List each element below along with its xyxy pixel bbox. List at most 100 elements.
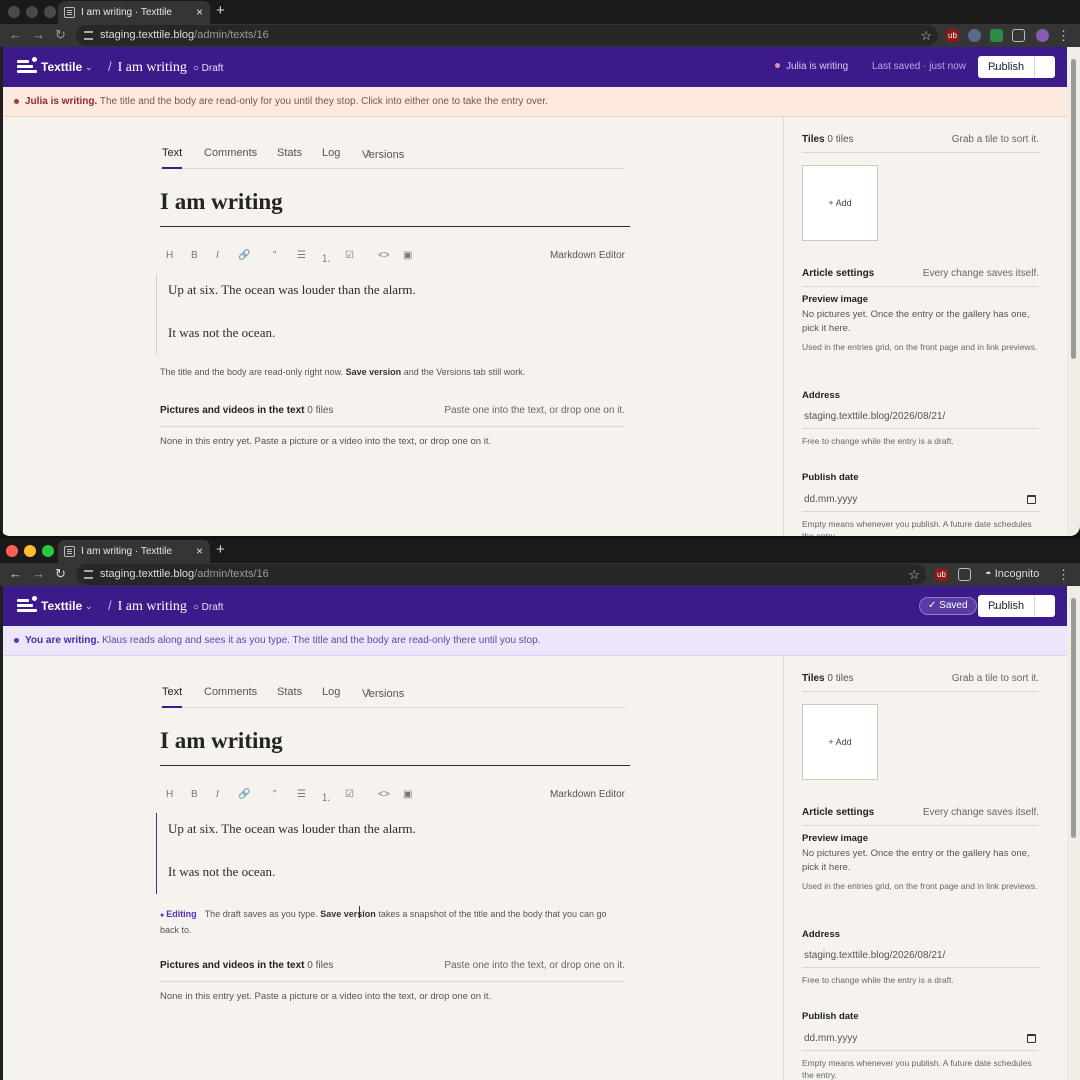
- extensions-puzzle-icon[interactable]: [1012, 29, 1025, 42]
- forward-icon[interactable]: →: [32, 27, 45, 42]
- checklist-icon[interactable]: ☑: [345, 789, 354, 800]
- profile-avatar[interactable]: [1036, 29, 1049, 42]
- bold-icon[interactable]: B: [191, 250, 198, 261]
- brand-name[interactable]: Texttile: [41, 47, 82, 87]
- texttile-logo-icon[interactable]: [17, 595, 38, 616]
- entry-body-field[interactable]: Up at six. The ocean was louder than the…: [156, 274, 631, 355]
- markdown-editor-label[interactable]: Markdown Editor: [550, 789, 625, 800]
- tab-versions[interactable]: Versions 3: [362, 686, 404, 700]
- sheets-extension-icon[interactable]: [990, 29, 1003, 42]
- calendar-icon[interactable]: [1027, 1034, 1036, 1043]
- browser-tab[interactable]: I am writing · Texttile ×: [58, 1, 210, 24]
- forward-icon[interactable]: →: [32, 566, 45, 581]
- app-header: Texttile ⌄ / I am writing ○ Draft Julia is…: [3, 47, 1067, 87]
- entry-body-field[interactable]: Up at six. The ocean was louder than the…: [156, 813, 631, 894]
- ublock-extension-icon[interactable]: ub: [946, 29, 959, 42]
- bullet-list-icon[interactable]: ☰: [297, 250, 306, 261]
- publish-options-chevron-icon[interactable]: ⌄: [988, 56, 1002, 78]
- heading-icon[interactable]: H: [166, 789, 173, 800]
- publish-split-button[interactable]: Publish ⌄: [978, 56, 1055, 78]
- brand-chevron-down-icon[interactable]: ⌄: [85, 586, 93, 626]
- publish-date-input[interactable]: dd.mm.yyyy: [802, 490, 1039, 512]
- tab-log[interactable]: Log: [322, 686, 340, 698]
- numbered-list-icon[interactable]: ⒈: [321, 789, 331, 804]
- add-tile-button[interactable]: + Add: [802, 704, 878, 780]
- ublock-extension-icon[interactable]: ub: [935, 568, 948, 581]
- italic-icon[interactable]: I: [216, 789, 219, 800]
- url-field[interactable]: staging.texttile.blog/admin/texts/16 ☆: [76, 564, 926, 585]
- new-tab-icon[interactable]: +: [216, 2, 225, 19]
- quote-icon[interactable]: ”: [273, 789, 276, 800]
- bookmark-star-icon[interactable]: ☆: [920, 25, 932, 46]
- address-input[interactable]: staging.texttile.blog/2026/08/21/: [802, 946, 1039, 968]
- link-icon[interactable]: 🔗: [238, 789, 250, 800]
- site-settings-icon[interactable]: [84, 570, 93, 579]
- tab-comments[interactable]: Comments: [204, 147, 257, 159]
- page-scrollbar[interactable]: [1067, 586, 1080, 1080]
- url-field[interactable]: staging.texttile.blog/admin/texts/16 ☆: [76, 25, 938, 46]
- body-paragraph: Up at six. The ocean was louder than the…: [168, 282, 416, 297]
- bullet-list-icon[interactable]: ☰: [297, 789, 306, 800]
- page-scrollbar[interactable]: [1067, 47, 1080, 536]
- bookmark-star-icon[interactable]: ☆: [908, 564, 920, 585]
- heading-icon[interactable]: H: [166, 250, 173, 261]
- italic-icon[interactable]: I: [216, 250, 219, 261]
- checklist-icon[interactable]: ☑: [345, 250, 354, 261]
- reload-icon[interactable]: ↻: [55, 566, 66, 582]
- texttile-logo-icon[interactable]: [17, 56, 38, 77]
- close-tab-icon[interactable]: ×: [196, 540, 203, 563]
- entry-title-field[interactable]: I am writing: [160, 189, 630, 227]
- link-icon[interactable]: 🔗: [238, 250, 250, 261]
- zoom-window-dot[interactable]: [44, 6, 56, 18]
- browser-tab[interactable]: I am writing · Texttile ×: [58, 540, 210, 563]
- publish-date-input[interactable]: dd.mm.yyyy: [802, 1029, 1039, 1051]
- calendar-icon[interactable]: [1027, 495, 1036, 504]
- new-tab-icon[interactable]: +: [216, 541, 225, 558]
- tab-stats[interactable]: Stats: [277, 147, 302, 159]
- publish-options-chevron-icon[interactable]: ⌄: [988, 595, 1002, 617]
- minimize-window-dot[interactable]: [24, 545, 36, 557]
- browser-menu-icon[interactable]: ⋮: [1057, 24, 1070, 47]
- browser-tab-title: I am writing · Texttile: [81, 546, 172, 557]
- preview-image-help: Used in the entries grid, on the front p…: [802, 881, 1038, 891]
- markdown-editor-label[interactable]: Markdown Editor: [550, 250, 625, 261]
- back-icon[interactable]: ←: [9, 27, 22, 42]
- address-input[interactable]: staging.texttile.blog/2026/08/21/: [802, 407, 1039, 429]
- code-icon[interactable]: <>: [378, 789, 390, 800]
- close-window-dot[interactable]: [8, 6, 20, 18]
- entry-title-field[interactable]: I am writing: [160, 728, 630, 766]
- close-tab-icon[interactable]: ×: [196, 1, 203, 24]
- password-extension-icon[interactable]: [968, 29, 981, 42]
- zoom-window-dot[interactable]: [42, 545, 54, 557]
- incognito-indicator[interactable]: ◓ Incognito: [985, 563, 1039, 586]
- tab-stats[interactable]: Stats: [277, 686, 302, 698]
- preview-image-label: Preview image: [802, 833, 869, 844]
- quote-icon[interactable]: ”: [273, 250, 276, 261]
- numbered-list-icon[interactable]: ⒈: [321, 250, 331, 265]
- code-icon[interactable]: <>: [378, 250, 390, 261]
- tab-log[interactable]: Log: [322, 147, 340, 159]
- browser-menu-icon[interactable]: ⋮: [1057, 563, 1070, 586]
- editor-column: Text Comments Stats Log Versions 3 I am w…: [3, 656, 783, 1080]
- tab-versions[interactable]: Versions 3: [362, 147, 404, 161]
- minimize-window-dot[interactable]: [26, 6, 38, 18]
- favicon-icon: [64, 7, 75, 18]
- publish-split-button[interactable]: Publish ⌄: [978, 595, 1055, 617]
- site-settings-icon[interactable]: [84, 31, 93, 40]
- image-icon[interactable]: ▣: [403, 789, 412, 800]
- back-icon[interactable]: ←: [9, 566, 22, 581]
- tab-text[interactable]: Text: [162, 686, 183, 708]
- pictures-section-header: Pictures and videos in the text 0 files …: [160, 405, 625, 427]
- close-window-dot[interactable]: [6, 545, 18, 557]
- add-tile-button[interactable]: + Add: [802, 165, 878, 241]
- brand-name[interactable]: Texttile: [41, 586, 82, 626]
- bold-icon[interactable]: B: [191, 789, 198, 800]
- image-icon[interactable]: ▣: [403, 250, 412, 261]
- reload-icon[interactable]: ↻: [55, 27, 66, 43]
- extensions-puzzle-icon[interactable]: [958, 568, 971, 581]
- brand-chevron-down-icon[interactable]: ⌄: [85, 47, 93, 87]
- address-help: Free to change while the entry is a draf…: [802, 975, 954, 985]
- saved-badge: ✓ Saved: [919, 597, 977, 615]
- tab-comments[interactable]: Comments: [204, 686, 257, 698]
- tab-text[interactable]: Text: [162, 147, 183, 169]
